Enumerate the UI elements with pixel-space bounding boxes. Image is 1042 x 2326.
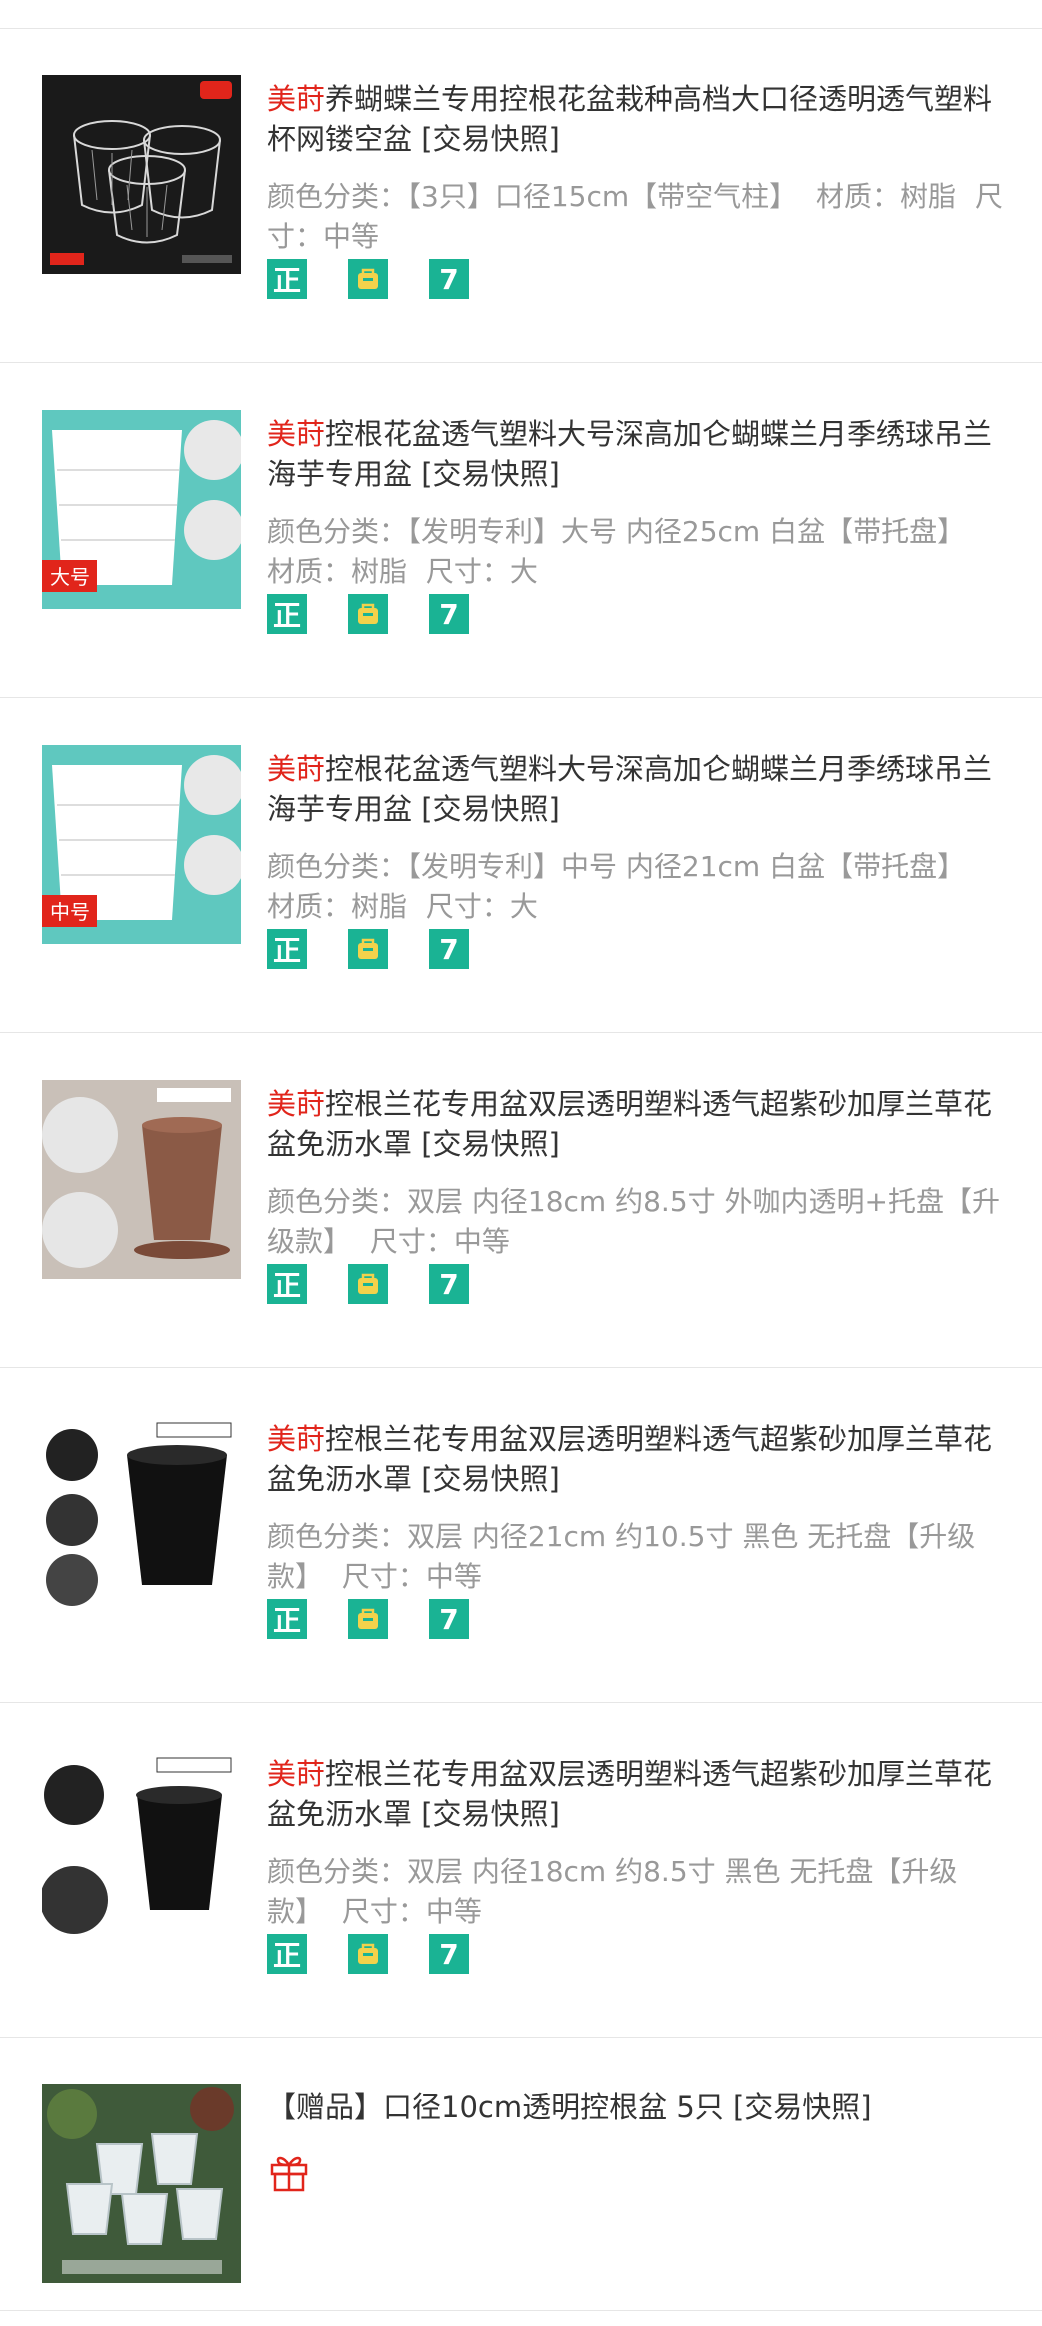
product-image bbox=[42, 1750, 241, 1949]
gift-image bbox=[42, 2084, 241, 2283]
title-text: 控根花盆透气塑料大号深高加仑蝴蝶兰月季绣球吊兰海芋专用盆 [交易快照] bbox=[267, 752, 993, 826]
sku-material: 材质：树脂 bbox=[267, 555, 408, 588]
authentic-badge-icon: 正 bbox=[267, 1599, 307, 1639]
gift-item[interactable]: 【赠品】口径10cm透明控根盆 5只 [交易快照] bbox=[0, 2039, 1042, 2311]
brand-name: 美莳 bbox=[267, 82, 326, 116]
brand-name: 美莳 bbox=[267, 1757, 326, 1791]
order-item[interactable]: 大号 美莳控根花盆透气塑料大号深高加仑蝴蝶兰月季绣球吊兰海芋专用盆 [交易快照]… bbox=[0, 364, 1042, 698]
sku-color: 颜色分类：【发明专利】中号 内径21cm 白盆【带托盘】 bbox=[267, 850, 966, 883]
title-text: 控根兰花专用盆双层透明塑料透气超紫砂加厚兰草花盆免沥水罩 [交易快照] bbox=[267, 1757, 993, 1831]
shopping-bag-badge-icon bbox=[348, 1599, 388, 1639]
item-info: 美莳控根兰花专用盆双层透明塑料透气超紫砂加厚兰草花盆免沥水罩 [交易快照] 颜色… bbox=[267, 1084, 1012, 1262]
item-info: 美莳控根兰花专用盆双层透明塑料透气超紫砂加厚兰草花盆免沥水罩 [交易快照] 颜色… bbox=[267, 1419, 1012, 1597]
sku-size: 尺寸：大 bbox=[425, 555, 538, 588]
item-title[interactable]: 美莳控根兰花专用盆双层透明塑料透气超紫砂加厚兰草花盆免沥水罩 [交易快照] bbox=[267, 1419, 1012, 1499]
service-badges: 正 7 bbox=[267, 1264, 510, 1304]
brand-name: 美莳 bbox=[267, 1422, 326, 1456]
authentic-badge-icon: 正 bbox=[267, 1264, 307, 1304]
title-text: 控根兰花专用盆双层透明塑料透气超紫砂加厚兰草花盆免沥水罩 [交易快照] bbox=[267, 1087, 993, 1161]
sku-size: 尺寸：大 bbox=[425, 890, 538, 923]
service-badges: 正 7 bbox=[267, 1934, 510, 1974]
product-thumbnail[interactable]: 大号 bbox=[42, 410, 241, 609]
seven-day-return-badge-icon: 7 bbox=[429, 929, 469, 969]
sku-material: 材质：树脂 bbox=[816, 180, 957, 213]
seven-day-return-badge-icon: 7 bbox=[429, 1934, 469, 1974]
authentic-badge-icon: 正 bbox=[267, 1934, 307, 1974]
product-image: 中号 bbox=[42, 745, 241, 944]
order-item[interactable]: 美莳控根兰花专用盆双层透明塑料透气超紫砂加厚兰草花盆免沥水罩 [交易快照] 颜色… bbox=[0, 1369, 1042, 1703]
image-size-label: 中号 bbox=[50, 900, 90, 924]
item-title[interactable]: 美莳养蝴蝶兰专用控根花盆栽种高档大口径透明透气塑料杯网镂空盆 [交易快照] bbox=[267, 79, 1012, 159]
product-thumbnail[interactable]: 中号 bbox=[42, 745, 241, 944]
product-thumbnail[interactable] bbox=[42, 1080, 241, 1279]
item-title[interactable]: 美莳控根兰花专用盆双层透明塑料透气超紫砂加厚兰草花盆免沥水罩 [交易快照] bbox=[267, 1084, 1012, 1164]
gift-info: 【赠品】口径10cm透明控根盆 5只 [交易快照] bbox=[267, 2087, 1012, 2127]
product-image bbox=[42, 1415, 241, 1614]
sku-size: 尺寸：中等 bbox=[341, 1895, 482, 1928]
product-image: 大号 bbox=[42, 410, 241, 609]
brand-name: 美莳 bbox=[267, 417, 326, 451]
product-thumbnail[interactable] bbox=[42, 1415, 241, 1614]
item-info: 美莳控根兰花专用盆双层透明塑料透气超紫砂加厚兰草花盆免沥水罩 [交易快照] 颜色… bbox=[267, 1754, 1012, 1932]
sku-size: 尺寸：中等 bbox=[341, 1560, 482, 1593]
service-badges: 正 7 bbox=[267, 259, 510, 299]
order-item[interactable]: 美莳养蝴蝶兰专用控根花盆栽种高档大口径透明透气塑料杯网镂空盆 [交易快照] 颜色… bbox=[0, 29, 1042, 363]
brand-name: 美莳 bbox=[267, 1087, 326, 1121]
shopping-bag-badge-icon bbox=[348, 1934, 388, 1974]
sku-specs: 颜色分类：【发明专利】大号 内径25cm 白盆【带托盘】 材质：树脂 尺寸：大 bbox=[267, 512, 1012, 592]
item-title[interactable]: 美莳控根花盆透气塑料大号深高加仑蝴蝶兰月季绣球吊兰海芋专用盆 [交易快照] bbox=[267, 749, 1012, 829]
service-badges: 正 7 bbox=[267, 1599, 510, 1639]
shopping-bag-badge-icon bbox=[348, 594, 388, 634]
title-text: 养蝴蝶兰专用控根花盆栽种高档大口径透明透气塑料杯网镂空盆 [交易快照] bbox=[267, 82, 993, 156]
item-title[interactable]: 美莳控根花盆透气塑料大号深高加仑蝴蝶兰月季绣球吊兰海芋专用盆 [交易快照] bbox=[267, 414, 1012, 494]
order-item[interactable]: 中号 美莳控根花盆透气塑料大号深高加仑蝴蝶兰月季绣球吊兰海芋专用盆 [交易快照]… bbox=[0, 699, 1042, 1033]
product-thumbnail[interactable] bbox=[42, 75, 241, 274]
sku-specs: 颜色分类：双层 内径21cm 约10.5寸 黑色 无托盘【升级款】 尺寸：中等 bbox=[267, 1517, 1012, 1597]
seven-day-return-badge-icon: 7 bbox=[429, 594, 469, 634]
shopping-bag-badge-icon bbox=[348, 259, 388, 299]
sku-size: 尺寸：中等 bbox=[369, 1225, 510, 1258]
item-info: 美莳控根花盆透气塑料大号深高加仑蝴蝶兰月季绣球吊兰海芋专用盆 [交易快照] 颜色… bbox=[267, 749, 1012, 927]
gift-title[interactable]: 【赠品】口径10cm透明控根盆 5只 [交易快照] bbox=[267, 2087, 1012, 2127]
order-item[interactable]: 美莳控根兰花专用盆双层透明塑料透气超紫砂加厚兰草花盆免沥水罩 [交易快照] 颜色… bbox=[0, 1034, 1042, 1368]
product-image bbox=[42, 1080, 241, 1279]
sku-specs: 颜色分类：【发明专利】中号 内径21cm 白盆【带托盘】 材质：树脂 尺寸：大 bbox=[267, 847, 1012, 927]
gift-thumbnail[interactable] bbox=[42, 2084, 241, 2283]
brand-name: 美莳 bbox=[267, 752, 326, 786]
item-info: 美莳控根花盆透气塑料大号深高加仑蝴蝶兰月季绣球吊兰海芋专用盆 [交易快照] 颜色… bbox=[267, 414, 1012, 592]
product-thumbnail[interactable] bbox=[42, 1750, 241, 1949]
item-info: 美莳养蝴蝶兰专用控根花盆栽种高档大口径透明透气塑料杯网镂空盆 [交易快照] 颜色… bbox=[267, 79, 1012, 257]
sku-specs: 颜色分类：双层 内径18cm 约8.5寸 外咖内透明+托盘【升级款】 尺寸：中等 bbox=[267, 1182, 1012, 1262]
authentic-badge-icon: 正 bbox=[267, 594, 307, 634]
shopping-bag-badge-icon bbox=[348, 929, 388, 969]
service-badges: 正 7 bbox=[267, 594, 510, 634]
gift-icon bbox=[267, 2149, 311, 2193]
title-text: 控根花盆透气塑料大号深高加仑蝴蝶兰月季绣球吊兰海芋专用盆 [交易快照] bbox=[267, 417, 993, 491]
product-image bbox=[42, 75, 241, 274]
item-title[interactable]: 美莳控根兰花专用盆双层透明塑料透气超紫砂加厚兰草花盆免沥水罩 [交易快照] bbox=[267, 1754, 1012, 1834]
order-items-page: 美莳养蝴蝶兰专用控根花盆栽种高档大口径透明透气塑料杯网镂空盆 [交易快照] 颜色… bbox=[0, 0, 1042, 2326]
title-text: 控根兰花专用盆双层透明塑料透气超紫砂加厚兰草花盆免沥水罩 [交易快照] bbox=[267, 1422, 993, 1496]
seven-day-return-badge-icon: 7 bbox=[429, 259, 469, 299]
shopping-bag-badge-icon bbox=[348, 1264, 388, 1304]
service-badges: 正 7 bbox=[267, 929, 510, 969]
order-item[interactable]: 美莳控根兰花专用盆双层透明塑料透气超紫砂加厚兰草花盆免沥水罩 [交易快照] 颜色… bbox=[0, 1704, 1042, 2038]
seven-day-return-badge-icon: 7 bbox=[429, 1264, 469, 1304]
authentic-badge-icon: 正 bbox=[267, 929, 307, 969]
sku-color: 颜色分类：【3只】口径15cm【带空气柱】 bbox=[267, 180, 798, 213]
sku-material: 材质：树脂 bbox=[267, 890, 408, 923]
seven-day-return-badge-icon: 7 bbox=[429, 1599, 469, 1639]
sku-specs: 颜色分类：双层 内径18cm 约8.5寸 黑色 无托盘【升级款】 尺寸：中等 bbox=[267, 1852, 1012, 1932]
image-size-label: 大号 bbox=[50, 565, 90, 589]
sku-color: 颜色分类：【发明专利】大号 内径25cm 白盆【带托盘】 bbox=[267, 515, 966, 548]
sku-specs: 颜色分类：【3只】口径15cm【带空气柱】 材质：树脂 尺寸：中等 bbox=[267, 177, 1012, 257]
authentic-badge-icon: 正 bbox=[267, 259, 307, 299]
